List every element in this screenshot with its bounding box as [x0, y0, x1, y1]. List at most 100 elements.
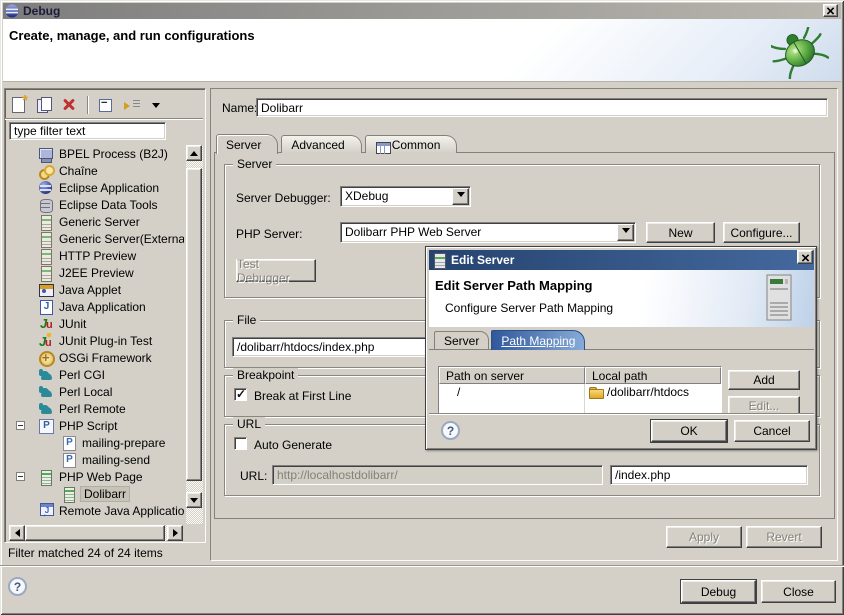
server-debugger-select[interactable]: XDebug — [340, 186, 471, 207]
footer-separator — [0, 565, 844, 567]
php-server-select[interactable]: Dolibarr PHP Web Server — [340, 222, 636, 243]
tree-item[interactable]: HTTP Preview — [8, 247, 184, 264]
tree-item[interactable]: Perl CGI — [8, 366, 184, 383]
cancel-button[interactable]: Cancel — [734, 420, 810, 442]
toolbar-separator — [87, 96, 89, 114]
column-path-on-server[interactable]: Path on server — [439, 367, 585, 384]
arrow-left-icon — [11, 529, 20, 537]
server-icon — [433, 253, 445, 267]
scroll-left-button[interactable] — [9, 525, 25, 541]
dialog-tab[interactable]: Path Mapping — [491, 330, 585, 350]
revert-button[interactable]: Revert — [746, 526, 822, 548]
tree-item[interactable]: Eclipse Application — [8, 179, 184, 196]
dialog-tab[interactable]: Server — [434, 331, 489, 349]
tree-item[interactable]: mailing-prepare — [8, 434, 184, 451]
apply-button[interactable]: Apply — [666, 526, 742, 548]
collapse-expander-icon[interactable] — [16, 472, 25, 481]
close-window-button[interactable] — [823, 4, 838, 17]
tree-item[interactable]: Generic Server — [8, 213, 184, 230]
path-mapping-content: Path on server Local path / /dolibarr/ht… — [429, 349, 814, 413]
tree-item[interactable]: Generic Server(External La — [8, 230, 184, 247]
close-button[interactable]: Close — [761, 580, 836, 603]
tree-item[interactable]: PHP Script — [8, 417, 184, 434]
edit-mapping-button[interactable]: Edit... — [728, 396, 800, 413]
url-base-input[interactable] — [272, 465, 603, 485]
collapse-all-icon[interactable] — [97, 96, 115, 114]
configure-server-button[interactable]: Configure... — [723, 222, 800, 243]
scroll-up-button[interactable] — [186, 145, 202, 161]
tree-item[interactable]: PHP Web Page — [8, 468, 184, 485]
delete-icon[interactable] — [61, 96, 79, 114]
tree-item[interactable]: Chaîne — [8, 162, 184, 179]
tree-item[interactable]: Java Application — [8, 298, 184, 315]
url-label: URL: — [240, 469, 267, 483]
menu-dropdown-icon[interactable] — [149, 96, 161, 114]
tree-item[interactable]: JUnit — [8, 315, 184, 332]
php-script-icon — [38, 418, 54, 434]
new-config-icon[interactable] — [9, 96, 27, 114]
server-path-cell: / — [439, 384, 585, 400]
new-server-button[interactable]: New — [646, 222, 715, 243]
tree-item-label: mailing-send — [80, 453, 152, 467]
debug-button[interactable]: Debug — [681, 580, 756, 603]
mapping-row[interactable]: / /dolibarr/htdocs — [439, 384, 721, 400]
tree-item-label: Chaîne — [57, 164, 100, 178]
restore-filter-icon[interactable] — [123, 96, 141, 114]
scroll-down-button[interactable] — [186, 492, 202, 508]
chevron-down-icon[interactable] — [617, 224, 634, 241]
scroll-right-button[interactable] — [167, 525, 183, 541]
tree-item[interactable]: Perl Remote — [8, 400, 184, 417]
tree-item-label: HTTP Preview — [57, 249, 138, 263]
name-input[interactable] — [256, 98, 828, 117]
titlebar[interactable]: Debug — [3, 3, 841, 19]
url-path-input[interactable] — [610, 465, 808, 485]
auto-generate-checkbox[interactable] — [234, 437, 247, 450]
tab-label: Server — [226, 138, 261, 152]
tree-item[interactable]: Dolibarr — [8, 485, 184, 502]
break-first-line-label: Break at First Line — [254, 389, 351, 403]
tree-item-label: Java Applet — [57, 283, 123, 297]
tree-item[interactable]: mailing-send — [8, 451, 184, 468]
vertical-scroll-thumb[interactable] — [186, 168, 202, 481]
chevron-down-icon[interactable] — [452, 188, 469, 205]
tree-item-label: JUnit — [57, 317, 88, 331]
tree-item-label: PHP Web Page — [57, 470, 145, 484]
close-icon — [827, 7, 834, 14]
eclipse-app-icon — [38, 180, 54, 196]
tab-label: Common — [392, 138, 441, 152]
column-local-path[interactable]: Local path — [585, 367, 721, 384]
tree-item[interactable]: Java Applet — [8, 281, 184, 298]
help-icon[interactable]: ? — [8, 577, 27, 596]
horizontal-scroll-thumb[interactable] — [25, 525, 165, 541]
config-tab[interactable]: Server — [216, 134, 278, 154]
tab-label: Path Mapping — [501, 334, 575, 348]
duplicate-icon[interactable] — [35, 96, 53, 114]
tree-item[interactable]: OSGi Framework — [8, 349, 184, 366]
dialog-close-button[interactable] — [797, 250, 813, 264]
break-first-line-checkbox[interactable] — [234, 388, 247, 401]
tree-item[interactable]: Eclipse Data Tools — [8, 196, 184, 213]
tree-vertical-scrollbar[interactable] — [186, 145, 203, 524]
config-tab[interactable]: Common — [365, 135, 458, 153]
collapse-expander-icon[interactable] — [16, 421, 25, 430]
type-filter-input[interactable] — [9, 122, 166, 140]
debug-window: Debug Create, manage, and run configurat… — [0, 0, 844, 615]
server-icon — [38, 248, 54, 264]
add-mapping-button[interactable]: Add — [728, 370, 800, 390]
dialog-help-icon[interactable]: ? — [441, 421, 460, 440]
config-tab[interactable]: Advanced — [281, 135, 361, 153]
tree-item-label: Eclipse Application — [57, 181, 161, 195]
ok-button[interactable]: OK — [651, 420, 727, 442]
tree-item[interactable]: BPEL Process (B2J) — [8, 145, 184, 162]
tree-item-label: Java Application — [57, 300, 148, 314]
tree-horizontal-scrollbar[interactable] — [9, 525, 183, 541]
applet-icon — [38, 282, 54, 298]
tree-item[interactable]: JUnit Plug-in Test — [8, 332, 184, 349]
config-tree: BPEL Process (B2J) Chaîne Eclipse Applic… — [8, 145, 184, 524]
dialog-titlebar[interactable]: Edit Server — [429, 250, 814, 270]
test-debugger-button[interactable]: Test Debugger — [236, 259, 316, 282]
tree-item[interactable]: J2EE Preview — [8, 264, 184, 281]
tree-item[interactable]: Remote Java Application — [8, 502, 184, 519]
tree-item[interactable]: Perl Local — [8, 383, 184, 400]
java-icon — [38, 299, 54, 315]
